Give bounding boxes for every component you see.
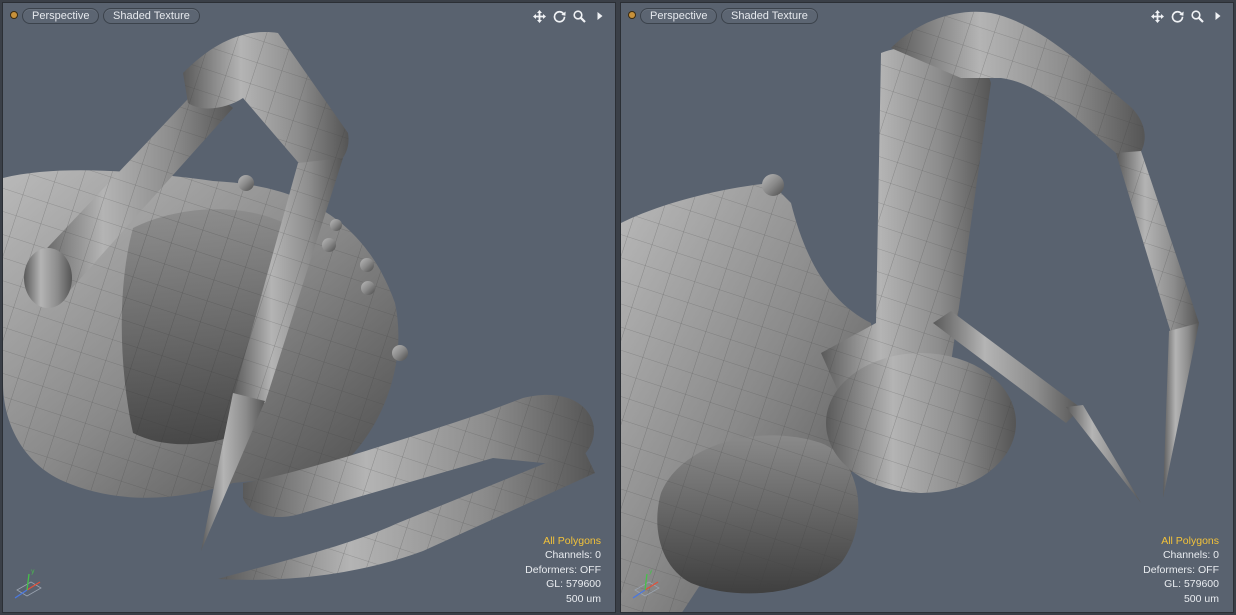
viewport-info-overlay: All Polygons Channels: 0 Deformers: OFF …	[525, 534, 601, 607]
viewport-right[interactable]: Perspective Shaded Texture y All Polygon…	[620, 2, 1234, 613]
move-view-icon[interactable]	[1150, 9, 1165, 24]
zoom-view-icon[interactable]	[572, 9, 587, 24]
viewport-menu-arrow-icon[interactable]	[592, 9, 607, 24]
svg-text:y: y	[31, 568, 35, 575]
rotate-view-icon[interactable]	[552, 9, 567, 24]
gl-polycount-readout: GL: 579600	[1164, 578, 1219, 590]
selection-mode-label[interactable]: All Polygons	[1143, 534, 1219, 549]
svg-text:y: y	[649, 568, 653, 575]
grid-units-readout: 500 um	[1183, 592, 1219, 605]
viewport-options-dot[interactable]	[629, 12, 635, 18]
viewport-info-overlay: All Polygons Channels: 0 Deformers: OFF …	[1143, 534, 1219, 607]
selection-mode-label[interactable]: All Polygons	[525, 534, 601, 549]
viewport-header: Perspective Shaded Texture	[3, 3, 615, 29]
viewport-menu-arrow-icon[interactable]	[1210, 9, 1225, 24]
move-view-icon[interactable]	[532, 9, 547, 24]
viewport-header: Perspective Shaded Texture	[621, 3, 1233, 29]
gl-polycount-readout: GL: 579600	[546, 578, 601, 590]
grid-units-readout: 500 um	[565, 592, 601, 605]
modeler-app: Perspective Shaded Texture y All Polygon…	[0, 0, 1236, 615]
shading-mode-button[interactable]: Shaded Texture	[103, 8, 200, 24]
viewport-options-dot[interactable]	[11, 12, 17, 18]
shading-mode-button[interactable]: Shaded Texture	[721, 8, 818, 24]
viewport-left[interactable]: Perspective Shaded Texture y All Polygon…	[2, 2, 616, 613]
zoom-view-icon[interactable]	[1190, 9, 1205, 24]
channels-readout: Channels: 0	[1162, 549, 1219, 561]
viewport-nav-tools	[532, 8, 607, 24]
viewport-nav-tools	[1150, 8, 1225, 24]
view-type-button[interactable]: Perspective	[22, 8, 100, 24]
deformers-readout: Deformers: OFF	[525, 563, 601, 576]
spider-model-render[interactable]	[3, 3, 616, 613]
spider-model-render[interactable]	[621, 3, 1234, 613]
deformers-readout: Deformers: OFF	[1143, 563, 1219, 576]
axis-gizmo-icon: y	[7, 562, 47, 602]
axis-gizmo-icon: y	[625, 562, 665, 602]
view-type-button[interactable]: Perspective	[640, 8, 718, 24]
channels-readout: Channels: 0	[544, 549, 601, 561]
rotate-view-icon[interactable]	[1170, 9, 1185, 24]
